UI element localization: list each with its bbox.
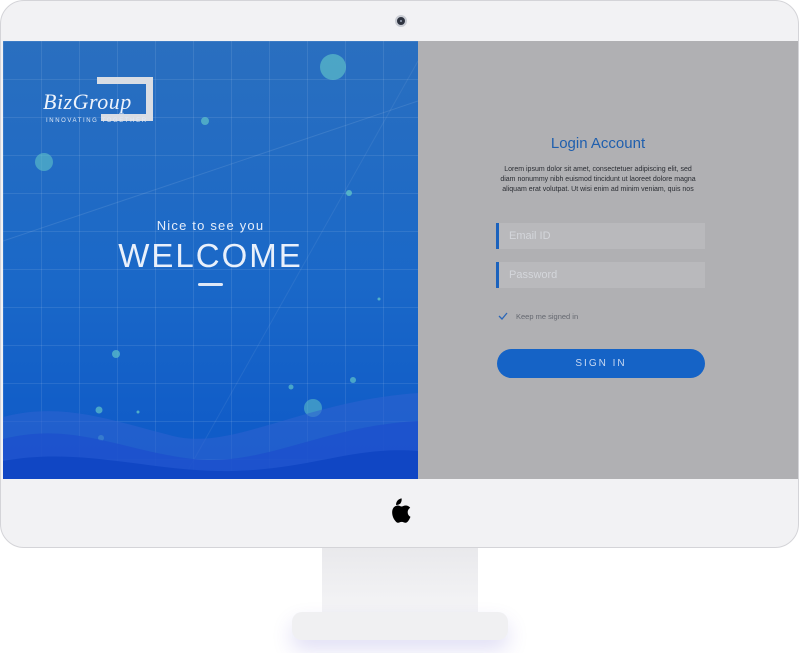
email-field[interactable] (496, 223, 705, 249)
keep-signed-in-label: Keep me signed in (516, 311, 579, 321)
hero-panel: BizGroup INNOVATING TOGETHER Nice to see… (3, 41, 418, 479)
sign-in-button[interactable]: SIGN IN (497, 349, 705, 378)
brand-logo: BizGroup INNOVATING TOGETHER (39, 77, 169, 137)
login-description: Lorem ipsum dolor sit amet, consectetuer… (500, 166, 696, 193)
monitor-stand-base (292, 612, 508, 640)
welcome-heading: WELCOME (118, 237, 303, 274)
monitor-stand (322, 548, 478, 618)
app-screen: BizGroup INNOVATING TOGETHER Nice to see… (3, 41, 798, 479)
monitor-bezel: BizGroup INNOVATING TOGETHER Nice to see… (0, 0, 799, 548)
brand-tagline: INNOVATING TOGETHER (46, 118, 148, 124)
welcome-underline (198, 283, 223, 286)
camera-icon (395, 15, 407, 27)
login-panel: Login Account Lorem ipsum dolor sit amet… (418, 41, 798, 479)
keep-signed-in-checkbox[interactable]: Keep me signed in (498, 311, 578, 321)
password-field[interactable] (496, 262, 705, 288)
apple-logo-icon (392, 498, 411, 523)
check-icon (498, 312, 508, 320)
greeting-text: Nice to see you (156, 218, 265, 233)
login-title: Login Account (550, 135, 646, 152)
brand-name: BizGroup (43, 89, 132, 114)
